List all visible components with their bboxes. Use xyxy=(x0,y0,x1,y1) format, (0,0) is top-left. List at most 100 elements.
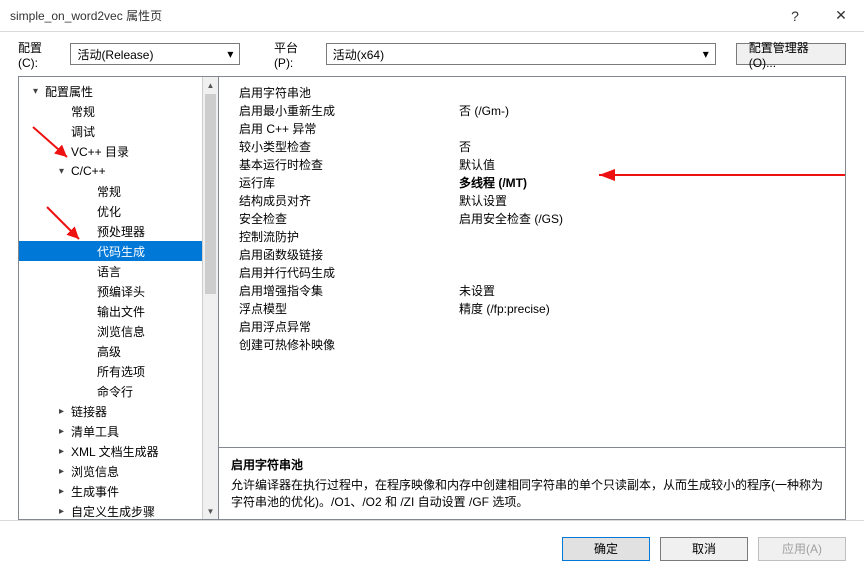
property-row-14[interactable]: 创建可热修补映像 xyxy=(219,335,845,353)
description-body: 允许编译器在执行过程中，在程序映像和内存中创建相同字符串的单个只读副本，从而生成… xyxy=(231,477,833,511)
property-row-12[interactable]: 浮点模型精度 (/fp:precise) xyxy=(219,299,845,317)
chevron-down-icon: ▾ xyxy=(227,47,233,61)
description-heading: 启用字符串池 xyxy=(231,456,833,473)
property-panel: 启用字符串池启用最小重新生成否 (/Gm-)启用 C++ 异常较小类型检查否基本… xyxy=(219,77,845,519)
scroll-up-icon[interactable]: ▲ xyxy=(203,77,218,93)
property-row-7[interactable]: 安全检查启用安全检查 (/GS) xyxy=(219,209,845,227)
config-tree[interactable]: ▾配置属性常规调试VC++ 目录▾C/C++常规优化预处理器代码生成语言预编译头… xyxy=(19,77,202,519)
tree-item-5[interactable]: 常规 xyxy=(19,181,202,201)
tree-item-6[interactable]: 优化 xyxy=(19,201,202,221)
tree-item-label: 生成事件 xyxy=(71,483,119,500)
tree-item-1[interactable]: 常规 xyxy=(19,101,202,121)
config-manager-button[interactable]: 配置管理器(O)... xyxy=(736,43,846,65)
tree-item-label: 预编译头 xyxy=(97,283,145,300)
property-row-10[interactable]: 启用并行代码生成 xyxy=(219,263,845,281)
tree-item-3[interactable]: VC++ 目录 xyxy=(19,141,202,161)
config-label: 配置(C): xyxy=(18,39,60,70)
tree-item-label: 命令行 xyxy=(97,383,133,400)
property-key: 结构成员对齐 xyxy=(219,192,459,209)
scroll-down-icon[interactable]: ▼ xyxy=(203,503,218,519)
caret-icon: ▸ xyxy=(59,426,71,437)
scroll-thumb[interactable] xyxy=(205,94,216,294)
tree-pane: ▾配置属性常规调试VC++ 目录▾C/C++常规优化预处理器代码生成语言预编译头… xyxy=(19,77,219,519)
tree-item-19[interactable]: ▸浏览信息 xyxy=(19,461,202,481)
property-value[interactable]: 启用安全检查 (/GS) xyxy=(459,210,845,227)
tree-item-label: 浏览信息 xyxy=(97,323,145,340)
tree-item-label: 浏览信息 xyxy=(71,463,119,480)
main-panel: ▾配置属性常规调试VC++ 目录▾C/C++常规优化预处理器代码生成语言预编译头… xyxy=(18,76,846,520)
tree-item-13[interactable]: 高级 xyxy=(19,341,202,361)
window-title: simple_on_word2vec 属性页 xyxy=(10,7,772,24)
ok-button[interactable]: 确定 xyxy=(562,537,650,561)
tree-item-0[interactable]: ▾配置属性 xyxy=(19,81,202,101)
caret-icon: ▸ xyxy=(59,506,71,517)
tree-item-label: 代码生成 xyxy=(97,243,145,260)
property-row-8[interactable]: 控制流防护 xyxy=(219,227,845,245)
property-value[interactable]: 否 xyxy=(459,138,845,155)
tree-item-label: 语言 xyxy=(97,263,121,280)
platform-label: 平台(P): xyxy=(274,39,316,70)
tree-item-11[interactable]: 输出文件 xyxy=(19,301,202,321)
title-bar: simple_on_word2vec 属性页 ? ✕ xyxy=(0,0,864,32)
tree-item-2[interactable]: 调试 xyxy=(19,121,202,141)
apply-button[interactable]: 应用(A) xyxy=(758,537,846,561)
property-row-0[interactable]: 启用字符串池 xyxy=(219,83,845,101)
tree-item-10[interactable]: 预编译头 xyxy=(19,281,202,301)
property-value[interactable]: 默认设置 xyxy=(459,192,845,209)
tree-item-label: 输出文件 xyxy=(97,303,145,320)
property-row-11[interactable]: 启用增强指令集未设置 xyxy=(219,281,845,299)
chevron-down-icon: ▾ xyxy=(703,47,709,61)
close-button[interactable]: ✕ xyxy=(818,0,864,32)
help-button[interactable]: ? xyxy=(772,0,818,32)
property-row-6[interactable]: 结构成员对齐默认设置 xyxy=(219,191,845,209)
property-row-3[interactable]: 较小类型检查否 xyxy=(219,137,845,155)
caret-icon: ▾ xyxy=(59,166,71,177)
tree-item-21[interactable]: ▸自定义生成步骤 xyxy=(19,501,202,519)
property-row-9[interactable]: 启用函数级链接 xyxy=(219,245,845,263)
tree-item-label: 常规 xyxy=(97,183,121,200)
property-row-13[interactable]: 启用浮点异常 xyxy=(219,317,845,335)
config-combo[interactable]: 活动(Release) ▾ xyxy=(70,43,240,65)
tree-item-9[interactable]: 语言 xyxy=(19,261,202,281)
tree-item-17[interactable]: ▸清单工具 xyxy=(19,421,202,441)
property-value[interactable]: 否 (/Gm-) xyxy=(459,102,845,119)
tree-item-label: VC++ 目录 xyxy=(71,143,129,160)
property-value[interactable]: 未设置 xyxy=(459,282,845,299)
config-combo-value: 活动(Release) xyxy=(77,46,153,63)
cancel-button[interactable]: 取消 xyxy=(660,537,748,561)
property-key: 创建可热修补映像 xyxy=(219,336,459,353)
property-key: 启用最小重新生成 xyxy=(219,102,459,119)
tree-item-8[interactable]: 代码生成 xyxy=(19,241,202,261)
property-key: 浮点模型 xyxy=(219,300,459,317)
tree-item-4[interactable]: ▾C/C++ xyxy=(19,161,202,181)
annotation-arrow-runtime xyxy=(579,165,845,185)
platform-combo[interactable]: 活动(x64) ▾ xyxy=(326,43,716,65)
tree-item-label: 自定义生成步骤 xyxy=(71,503,155,520)
platform-combo-value: 活动(x64) xyxy=(333,46,384,63)
property-grid[interactable]: 启用字符串池启用最小重新生成否 (/Gm-)启用 C++ 异常较小类型检查否基本… xyxy=(219,77,845,448)
property-row-1[interactable]: 启用最小重新生成否 (/Gm-) xyxy=(219,101,845,119)
tree-item-14[interactable]: 所有选项 xyxy=(19,361,202,381)
property-key: 运行库 xyxy=(219,174,459,191)
tree-item-16[interactable]: ▸链接器 xyxy=(19,401,202,421)
property-key: 控制流防护 xyxy=(219,228,459,245)
tree-item-7[interactable]: 预处理器 xyxy=(19,221,202,241)
tree-item-20[interactable]: ▸生成事件 xyxy=(19,481,202,501)
property-key: 启用增强指令集 xyxy=(219,282,459,299)
property-row-2[interactable]: 启用 C++ 异常 xyxy=(219,119,845,137)
tree-item-15[interactable]: 命令行 xyxy=(19,381,202,401)
property-key: 基本运行时检查 xyxy=(219,156,459,173)
property-key: 启用函数级链接 xyxy=(219,246,459,263)
description-panel: 启用字符串池 允许编译器在执行过程中，在程序映像和内存中创建相同字符串的单个只读… xyxy=(219,448,845,519)
caret-icon: ▸ xyxy=(59,486,71,497)
tree-scrollbar[interactable]: ▲ ▼ xyxy=(202,77,218,519)
property-value[interactable]: 精度 (/fp:precise) xyxy=(459,300,845,317)
tree-item-18[interactable]: ▸XML 文档生成器 xyxy=(19,441,202,461)
caret-icon: ▸ xyxy=(59,446,71,457)
property-key: 启用字符串池 xyxy=(219,84,459,101)
tree-item-label: 配置属性 xyxy=(45,83,93,100)
tree-item-label: 高级 xyxy=(97,343,121,360)
tree-item-label: 清单工具 xyxy=(71,423,119,440)
tree-item-12[interactable]: 浏览信息 xyxy=(19,321,202,341)
property-key: 较小类型检查 xyxy=(219,138,459,155)
